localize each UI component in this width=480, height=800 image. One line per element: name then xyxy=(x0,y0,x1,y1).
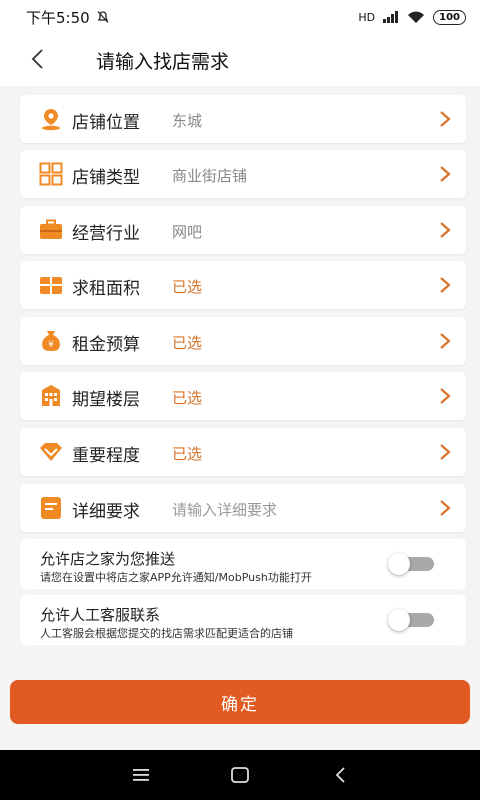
menu-icon[interactable] xyxy=(130,764,152,786)
row-label: 期望楼层 xyxy=(72,390,140,410)
toggle-subtitle: 人工客服会根据您提交的找店需求匹配更适合的店铺 xyxy=(40,627,293,640)
chevron-right-icon xyxy=(440,500,451,516)
toggle-subtitle: 请您在设置中将店之家APP允许通知/MobPush功能打开 xyxy=(40,571,312,584)
chevron-right-icon xyxy=(440,388,451,404)
toggle-row-service: 允许人工客服联系 人工客服会根据您提交的找店需求匹配更适合的店铺 xyxy=(20,595,466,645)
row-label: 求租面积 xyxy=(72,279,140,299)
system-navigation-bar xyxy=(0,750,480,800)
row-budget[interactable]: ¥ 租金预算 已选 xyxy=(20,317,466,365)
status-indicators: HD 100 xyxy=(358,9,466,25)
row-details[interactable]: 详细要求 请输入详细要求 xyxy=(20,484,466,532)
chevron-left-icon xyxy=(31,49,43,69)
row-label: 店铺类型 xyxy=(72,168,140,188)
chevron-right-icon xyxy=(440,111,451,127)
switch-knob xyxy=(388,609,410,631)
row-value: 已选 xyxy=(172,445,203,463)
switch-knob xyxy=(388,553,410,575)
money-bag-icon: ¥ xyxy=(42,331,60,351)
row-value: 已选 xyxy=(172,389,203,407)
diamond-icon xyxy=(40,443,62,461)
grid-icon xyxy=(39,162,63,186)
status-time-group: 下午5:50 xyxy=(26,7,110,28)
home-icon[interactable] xyxy=(229,764,251,786)
status-time: 下午5:50 xyxy=(26,8,90,27)
row-value: 网吧 xyxy=(172,223,203,241)
svg-text:¥: ¥ xyxy=(48,340,54,350)
chevron-right-icon xyxy=(440,222,451,238)
chevron-right-icon xyxy=(440,166,451,182)
row-value: 东城 xyxy=(172,112,203,130)
row-importance[interactable]: 重要程度 已选 xyxy=(20,428,466,476)
chevron-right-icon xyxy=(440,333,451,349)
confirm-button[interactable]: 确定 xyxy=(10,680,470,724)
row-label: 店铺位置 xyxy=(72,113,140,133)
page-title: 请输入找店需求 xyxy=(96,51,230,73)
package-icon xyxy=(40,277,62,294)
document-icon xyxy=(41,497,61,519)
row-label: 详细要求 xyxy=(72,502,140,522)
chevron-right-icon xyxy=(440,444,451,460)
row-value: 商业街店铺 xyxy=(172,167,248,185)
row-value: 请输入详细要求 xyxy=(172,501,278,519)
row-label: 经营行业 xyxy=(72,224,140,244)
back-nav-icon[interactable] xyxy=(330,764,352,786)
chevron-right-icon xyxy=(440,277,451,293)
signal-icon xyxy=(383,11,399,23)
battery-indicator: 100 xyxy=(433,9,466,25)
service-toggle-switch[interactable] xyxy=(388,609,436,631)
toggle-row-push: 允许店之家为您推送 请您在设置中将店之家APP允许通知/MobPush功能打开 xyxy=(20,539,466,589)
push-toggle-switch[interactable] xyxy=(388,553,436,575)
row-industry[interactable]: 经营行业 网吧 xyxy=(20,206,466,254)
network-type-label: HD xyxy=(358,10,376,24)
toggle-title: 允许人工客服联系 xyxy=(40,606,161,624)
page-header: 请输入找店需求 xyxy=(0,34,480,86)
wifi-icon xyxy=(408,11,425,23)
back-button[interactable] xyxy=(22,44,52,74)
row-value: 已选 xyxy=(172,278,203,296)
row-label: 租金预算 xyxy=(72,335,140,355)
row-value: 已选 xyxy=(172,334,203,352)
row-floor[interactable]: 期望楼层 已选 xyxy=(20,372,466,420)
toggle-title: 允许店之家为您推送 xyxy=(40,550,176,568)
row-shop-location[interactable]: 店铺位置 东城 xyxy=(20,95,466,143)
mute-bell-icon xyxy=(97,11,109,23)
briefcase-icon xyxy=(40,219,62,239)
status-bar: 下午5:50 HD 100 xyxy=(0,0,480,34)
row-label: 重要程度 xyxy=(72,446,140,466)
row-shop-type[interactable]: 店铺类型 商业街店铺 xyxy=(20,150,466,198)
location-pin-icon xyxy=(42,109,60,131)
building-icon xyxy=(42,385,60,406)
row-area[interactable]: 求租面积 已选 xyxy=(20,261,466,309)
